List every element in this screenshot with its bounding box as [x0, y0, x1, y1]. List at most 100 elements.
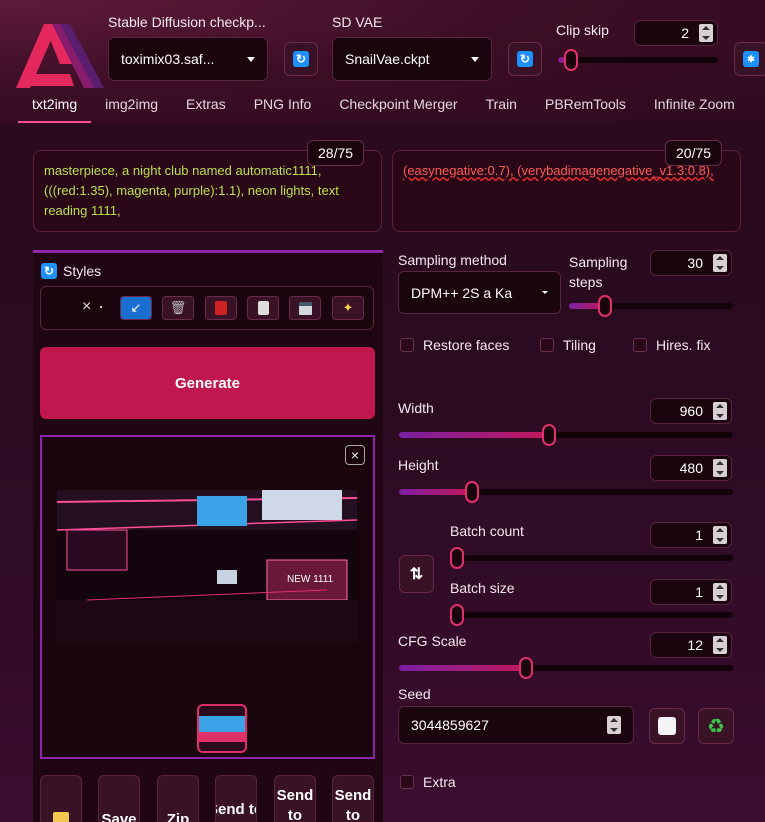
- slider-thumb[interactable]: [542, 424, 557, 446]
- trash-icon: 🗑: [169, 300, 187, 315]
- clip-skip-value: 2: [681, 25, 689, 41]
- slider-thumb[interactable]: [563, 49, 578, 71]
- spinner-icon[interactable]: [713, 402, 727, 420]
- extra-settings-button[interactable]: ✱: [734, 42, 765, 76]
- checkpoint-label: Stable Diffusion checkp...: [108, 14, 266, 30]
- tab-train[interactable]: Train: [472, 92, 531, 123]
- batch-count-value: 1: [695, 527, 703, 543]
- save-style-button[interactable]: [289, 296, 321, 320]
- swap-icon: ⇅: [409, 566, 424, 583]
- seed-input[interactable]: 3044859627: [398, 706, 634, 744]
- generated-image[interactable]: NEW 1111: [57, 490, 357, 642]
- refresh-vae-button[interactable]: ↻: [508, 42, 542, 76]
- spinner-icon[interactable]: [713, 636, 727, 654]
- clear-styles-icon[interactable]: ×: [82, 298, 91, 316]
- slider-thumb[interactable]: [450, 547, 464, 569]
- save-button[interactable]: Save: [98, 775, 140, 822]
- batch-size-label: Batch size: [450, 580, 515, 596]
- extra-checkbox[interactable]: Extra: [400, 774, 456, 790]
- cfg-scale-value: 12: [687, 637, 703, 653]
- hires-fix-checkbox[interactable]: Hires. fix: [633, 337, 710, 353]
- floppy-icon: [298, 301, 312, 315]
- show-extra-networks-button[interactable]: [205, 296, 237, 320]
- cfg-scale-slider[interactable]: [399, 657, 733, 679]
- batch-size-slider[interactable]: [450, 604, 733, 626]
- reuse-seed-button[interactable]: ♻: [698, 708, 734, 744]
- spinner-icon[interactable]: [713, 583, 727, 601]
- checkpoint-value: toximix03.saf...: [121, 51, 215, 67]
- checkbox-box[interactable]: [633, 338, 647, 352]
- batch-count-input[interactable]: 1: [650, 522, 732, 548]
- trash-button[interactable]: 🗑: [162, 296, 194, 320]
- spinner-icon[interactable]: [713, 459, 727, 477]
- sampling-method-dropdown[interactable]: DPM++ 2S a Ka: [398, 271, 561, 314]
- slider-fill: [399, 432, 550, 438]
- paste-button[interactable]: [247, 296, 279, 320]
- slider-thumb[interactable]: [518, 657, 533, 679]
- slider-thumb[interactable]: [598, 295, 613, 317]
- restore-faces-checkbox[interactable]: Restore faces: [400, 337, 509, 353]
- tab-txt2img[interactable]: txt2img: [18, 92, 92, 123]
- zip-button[interactable]: Zip: [157, 775, 199, 822]
- slider-fill: [399, 665, 526, 671]
- divider-dot: [100, 306, 102, 308]
- tab-pbremtools[interactable]: PBRemTools: [531, 92, 640, 123]
- extra-label: Extra: [423, 774, 456, 790]
- sampling-steps-input[interactable]: 30: [650, 250, 732, 276]
- slider-thumb[interactable]: [450, 604, 464, 626]
- sampling-steps-slider[interactable]: [569, 295, 733, 317]
- main-tabs: txt2img img2img Extras PNG Info Checkpoi…: [18, 92, 749, 123]
- width-input[interactable]: 960: [650, 398, 732, 424]
- checkbox-box[interactable]: [400, 775, 414, 789]
- close-icon[interactable]: ×: [345, 445, 365, 465]
- send-to-extras-button[interactable]: Send to: [332, 775, 374, 822]
- send-to-inpaint-button[interactable]: Send to: [274, 775, 316, 822]
- slider-thumb[interactable]: [465, 481, 480, 503]
- cfg-scale-input[interactable]: 12: [650, 632, 732, 658]
- height-slider[interactable]: [399, 481, 733, 503]
- width-value: 960: [679, 403, 703, 419]
- vae-dropdown[interactable]: SnailVae.ckpt: [332, 37, 492, 81]
- random-seed-button[interactable]: [649, 708, 685, 744]
- hires-fix-label: Hires. fix: [656, 337, 711, 353]
- chevron-down-icon: [247, 56, 255, 62]
- spinner-icon[interactable]: [699, 24, 713, 42]
- tab-png-info[interactable]: PNG Info: [240, 92, 326, 123]
- tab-extras[interactable]: Extras: [172, 92, 240, 123]
- refresh-icon: ↻: [293, 51, 309, 67]
- height-value: 480: [679, 460, 703, 476]
- tab-infinite-zoom[interactable]: Infinite Zoom: [640, 92, 749, 123]
- gallery-thumbnail[interactable]: [197, 704, 247, 753]
- magic-wand-button[interactable]: ✦: [332, 296, 364, 320]
- height-input[interactable]: 480: [650, 455, 732, 481]
- clip-skip-slider[interactable]: [558, 49, 718, 71]
- width-label: Width: [398, 400, 434, 416]
- batch-size-input[interactable]: 1: [650, 579, 732, 605]
- batch-count-label: Batch count: [450, 523, 524, 539]
- tiling-checkbox[interactable]: Tiling: [540, 337, 596, 353]
- send-to-img2img-button[interactable]: Send to: [215, 775, 257, 822]
- spinner-icon[interactable]: [713, 254, 727, 272]
- tab-checkpoint-merger[interactable]: Checkpoint Merger: [325, 92, 471, 123]
- swap-dimensions-button[interactable]: ⇅: [399, 555, 434, 593]
- folder-icon: [53, 812, 69, 822]
- checkpoint-dropdown[interactable]: toximix03.saf...: [108, 37, 268, 81]
- open-folder-button[interactable]: [40, 775, 82, 822]
- refresh-checkpoint-button[interactable]: ↻: [284, 42, 318, 76]
- checkbox-box[interactable]: [540, 338, 554, 352]
- arrow-icon: ↙: [130, 300, 142, 315]
- clipboard-icon: [257, 301, 269, 315]
- spinner-icon[interactable]: [713, 526, 727, 544]
- clip-skip-input[interactable]: 2: [634, 20, 718, 46]
- batch-count-slider[interactable]: [450, 547, 733, 569]
- tab-img2img[interactable]: img2img: [91, 92, 172, 123]
- sampling-steps-label: Sampling steps: [569, 254, 628, 290]
- refresh-icon[interactable]: ↻: [41, 263, 57, 279]
- generate-button[interactable]: Generate: [40, 347, 375, 419]
- spinner-icon[interactable]: [607, 716, 621, 734]
- apply-style-button[interactable]: ↙: [120, 296, 152, 320]
- checkbox-box[interactable]: [400, 338, 414, 352]
- star-icon: ✱: [743, 51, 759, 67]
- width-slider[interactable]: [399, 424, 733, 446]
- dice-icon: [658, 717, 676, 735]
